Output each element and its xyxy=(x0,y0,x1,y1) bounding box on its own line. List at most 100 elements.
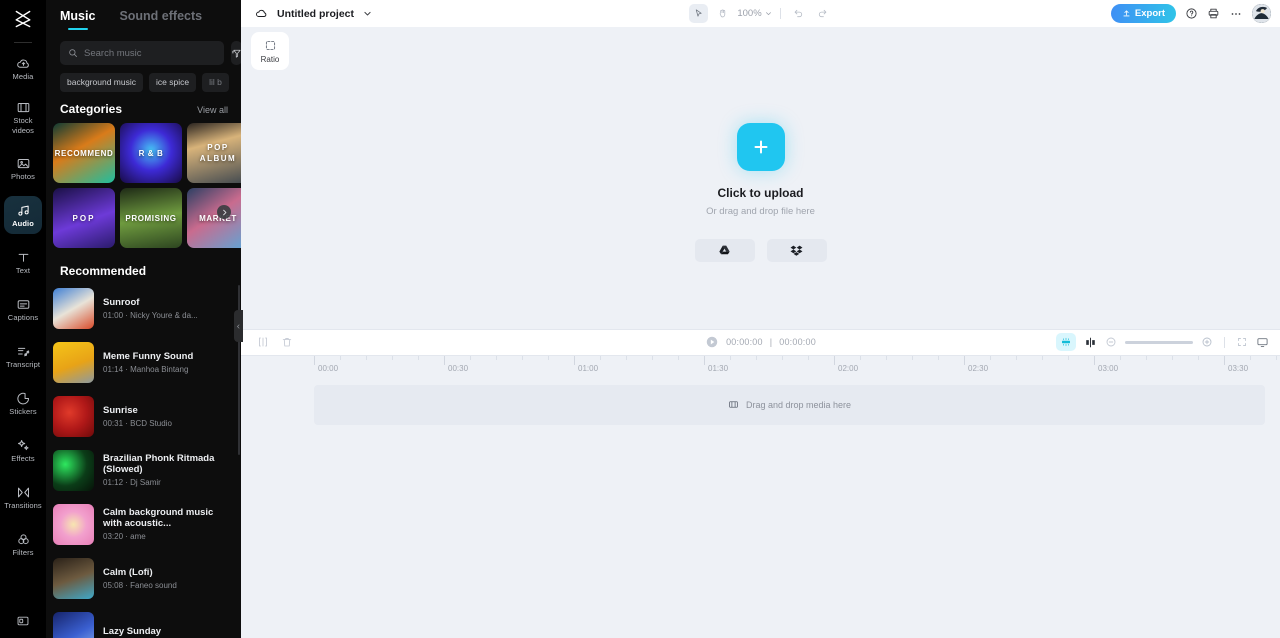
transitions-icon xyxy=(17,487,29,497)
chevron-down-icon[interactable] xyxy=(363,9,372,18)
sticker-icon xyxy=(16,392,29,404)
list-item[interactable]: Calm background music with acoustic... 0… xyxy=(46,497,241,551)
track-thumbnail xyxy=(53,287,94,329)
filter-funnel-icon xyxy=(231,49,241,58)
keyframe-button[interactable] xyxy=(1084,336,1097,349)
select-tool-button[interactable] xyxy=(689,4,709,23)
ruler-label: 02:00 xyxy=(838,363,859,373)
drop-zone-label: Drag and drop media here xyxy=(745,399,852,410)
ratio-crop-icon xyxy=(265,40,275,50)
ratio-button[interactable]: Ratio xyxy=(251,32,289,70)
list-item[interactable]: Lazy Sunday xyxy=(46,605,241,638)
category-label: R & B xyxy=(138,148,164,158)
hand-tool-button[interactable] xyxy=(713,4,732,23)
sidebar-item-label: Transitions xyxy=(4,500,42,510)
split-button[interactable] xyxy=(257,336,269,348)
zoom-slider[interactable] xyxy=(1125,340,1193,344)
track-meta: 01:00 · Nicky Youre & da... xyxy=(103,310,198,320)
list-item[interactable]: Sunroof 01:00 · Nicky Youre & da... xyxy=(46,281,241,335)
search-input-wrapper[interactable] xyxy=(60,41,224,65)
capcut-logo-icon[interactable] xyxy=(0,2,46,36)
panel-collapse-handle[interactable] xyxy=(234,310,243,342)
avatar[interactable] xyxy=(1252,4,1271,23)
sidebar-item-captions[interactable]: Captions xyxy=(4,290,42,328)
categories-next-button[interactable] xyxy=(217,205,231,219)
sidebar-item-effects[interactable]: Effects xyxy=(4,431,42,469)
sidebar-item-transcript[interactable]: Transcript xyxy=(4,337,42,375)
help-button[interactable] xyxy=(1185,7,1198,20)
track-name: Lazy Sunday xyxy=(103,626,162,638)
sidebar-item-label: Stickers xyxy=(9,406,37,416)
export-button[interactable]: Export xyxy=(1110,4,1176,23)
tab-music[interactable]: Music xyxy=(60,9,95,30)
category-label: MARKET xyxy=(199,213,237,223)
magnet-snap-button[interactable] xyxy=(1056,333,1076,351)
sidebar-item-audio[interactable]: Audio xyxy=(4,196,42,234)
sidebar-item-media[interactable]: Media xyxy=(4,49,42,87)
keyframe-icon xyxy=(1086,337,1095,347)
category-card[interactable]: POP ALBUM xyxy=(187,123,241,183)
chip-background-music[interactable]: background music xyxy=(60,73,143,92)
timeline-divider xyxy=(1224,336,1225,348)
display-panel-icon[interactable] xyxy=(16,614,30,628)
media-drop-zone[interactable]: Drag and drop media here xyxy=(314,384,1265,425)
ruler-label: 02:30 xyxy=(968,363,989,373)
delete-button[interactable] xyxy=(281,336,293,348)
sidebar-item-transitions[interactable]: Transitions xyxy=(4,478,42,516)
category-card[interactable]: RECOMMEND xyxy=(53,123,115,183)
track-thumbnail xyxy=(53,341,94,383)
upload-title: Click to upload xyxy=(717,186,804,201)
captions-box-icon xyxy=(17,299,29,309)
track-name: Brazilian Phonk Ritmada (Slowed) xyxy=(103,452,215,476)
film-strip-icon xyxy=(729,401,738,408)
google-drive-icon xyxy=(719,245,730,255)
category-card[interactable]: R & B xyxy=(120,123,182,183)
chevron-right-icon xyxy=(222,209,226,215)
chevron-left-icon xyxy=(237,324,240,328)
timeline-tracks: Drag and drop media here xyxy=(241,375,1280,638)
fit-to-screen-icon[interactable] xyxy=(1236,336,1248,348)
chip-ice-spice[interactable]: ice spice xyxy=(148,73,197,92)
google-drive-button[interactable] xyxy=(694,239,755,263)
zoom-level-value: 100% xyxy=(737,8,762,19)
list-item[interactable]: Sunrise 00:31 · BCD Studio xyxy=(46,389,241,443)
tab-sound-effects[interactable]: Sound effects xyxy=(119,9,202,30)
user-avatar xyxy=(1252,4,1271,23)
transcript-icon xyxy=(17,347,29,356)
redo-button[interactable] xyxy=(813,4,832,23)
sidebar-item-stickers[interactable]: Stickers xyxy=(4,384,42,422)
sidebar-item-photos[interactable]: Photos xyxy=(4,149,42,187)
zoom-out-circle-icon[interactable] xyxy=(1105,336,1117,348)
zoom-level-selector[interactable]: 100% xyxy=(737,8,771,19)
search-row xyxy=(46,30,241,65)
timeline-ruler[interactable]: 00:00 00:30 01:00 01:30 02:00 02:30 03:0… xyxy=(241,354,1280,376)
track-meta: 00:31 · BCD Studio xyxy=(103,418,172,428)
undo-button[interactable] xyxy=(789,4,808,23)
sidebar-item-filters[interactable]: Filters xyxy=(4,525,42,563)
print-button[interactable] xyxy=(1207,7,1220,20)
toolbar-divider xyxy=(779,8,781,19)
more-options-button[interactable] xyxy=(1229,7,1243,21)
dropbox-button[interactable] xyxy=(766,239,827,263)
sidebar-item-text[interactable]: Text xyxy=(4,243,42,281)
upload-button[interactable] xyxy=(736,123,785,172)
text-t-icon xyxy=(18,253,28,262)
sidebar-item-stock-videos[interactable]: Stock videos xyxy=(4,96,42,140)
search-input[interactable] xyxy=(84,47,216,59)
zoom-in-circle-icon[interactable] xyxy=(1201,336,1213,348)
current-time: 00:00:00 xyxy=(726,337,763,347)
categories-view-all-link[interactable]: View all xyxy=(197,105,228,115)
monitor-icon[interactable] xyxy=(1256,336,1269,349)
cloud-icon[interactable] xyxy=(255,7,268,20)
list-item[interactable]: Meme Funny Sound 01:14 · Manhoa Bintang xyxy=(46,335,241,389)
chip-lil-b[interactable]: lil b xyxy=(202,73,229,92)
category-card[interactable]: MARKET xyxy=(187,188,241,248)
total-time: 00:00:00 xyxy=(779,337,816,347)
list-item[interactable]: Brazilian Phonk Ritmada (Slowed) 01:12 ·… xyxy=(46,443,241,497)
category-card[interactable]: POP xyxy=(53,188,115,248)
track-thumbnail xyxy=(53,503,94,545)
filter-button[interactable] xyxy=(231,41,241,65)
play-circle-icon[interactable] xyxy=(705,335,719,349)
category-card[interactable]: PROMISING xyxy=(120,188,182,248)
list-item[interactable]: Calm (Lofi) 05:08 · Faneo sound xyxy=(46,551,241,605)
